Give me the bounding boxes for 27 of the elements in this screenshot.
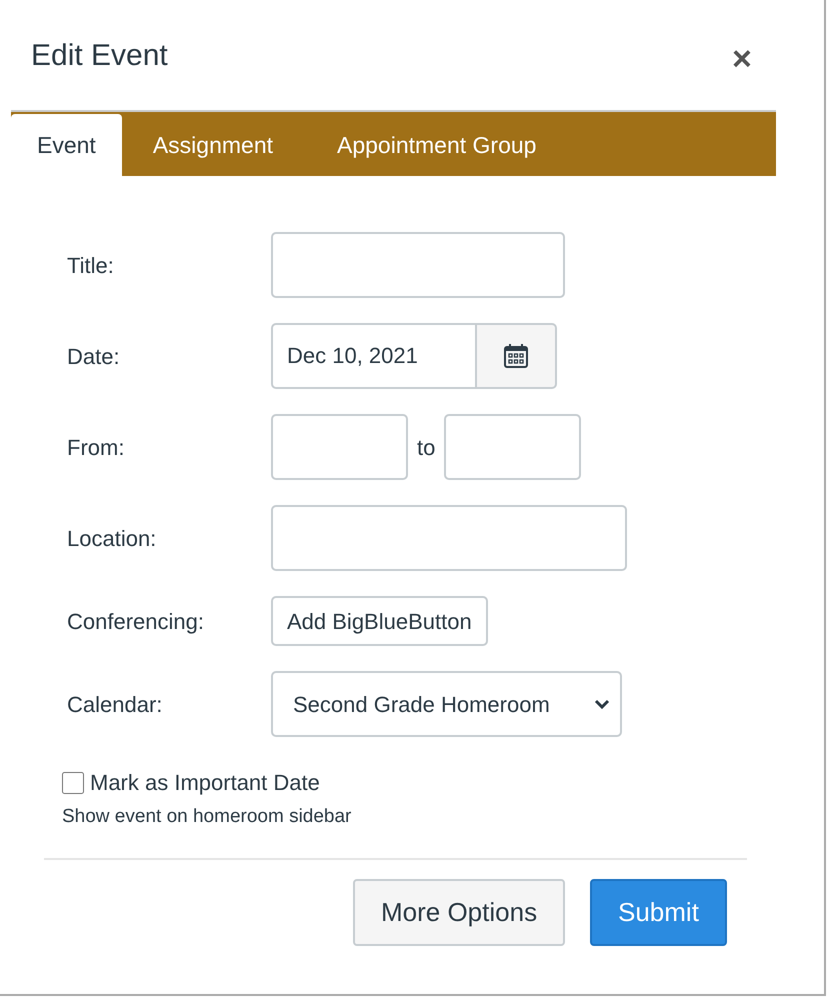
calendar-button[interactable] <box>477 323 557 389</box>
tab[interactable]: Appointment Group <box>306 114 568 176</box>
time-field[interactable] <box>271 414 408 480</box>
close-button[interactable]: × <box>728 42 756 76</box>
field-label: Title: <box>67 252 115 280</box>
input-field[interactable] <box>271 232 565 298</box>
field-label: Conferencing: <box>67 608 205 636</box>
field-label: Calendar: <box>67 690 164 718</box>
date-field[interactable]: Dec 10, 2021 <box>271 323 477 389</box>
range-separator: to <box>417 434 436 462</box>
add-conference-button[interactable]: Add BigBlueButton <box>271 596 488 646</box>
field-label: From: <box>67 434 126 462</box>
checkbox[interactable] <box>62 772 84 794</box>
field-label: Location: <box>67 524 158 552</box>
calendar-select[interactable]: Second Grade Homeroom <box>271 671 622 737</box>
input-field[interactable] <box>271 505 627 571</box>
field-label: Date: <box>67 342 121 370</box>
time-field[interactable] <box>444 414 582 480</box>
dialog-title: Edit Event <box>31 38 168 74</box>
tab[interactable]: Assignment <box>122 114 304 176</box>
caret-icon <box>594 698 610 710</box>
tab[interactable]: Event <box>11 114 122 176</box>
calendar-icon <box>503 343 529 369</box>
checkbox-label: Mark as Important Date <box>90 769 320 797</box>
help-text: Show event on homeroom sidebar <box>62 805 352 829</box>
more-options-button[interactable]: More Options <box>353 879 566 946</box>
submit-button[interactable]: Submit <box>590 879 727 946</box>
